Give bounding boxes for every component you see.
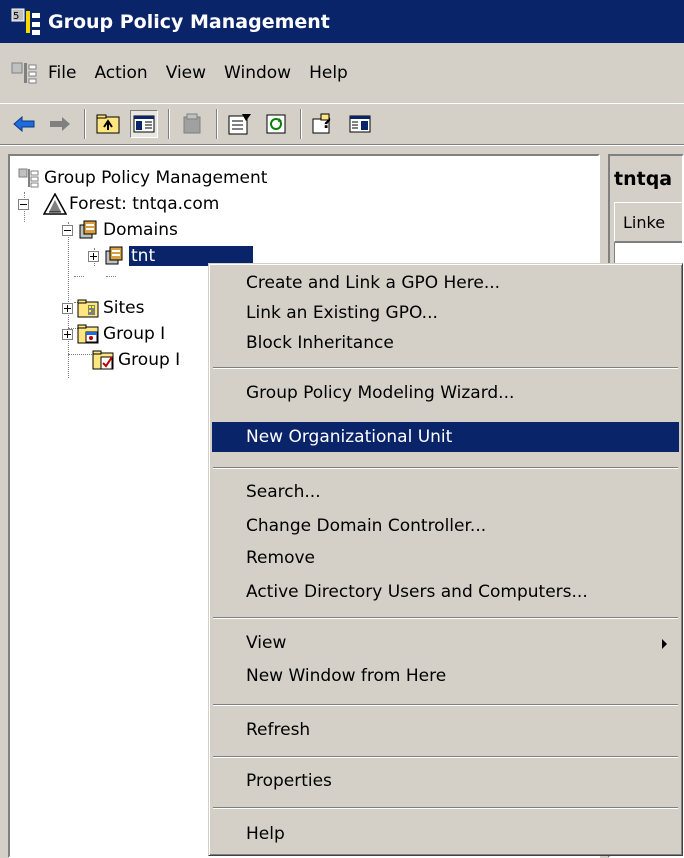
menu-item-help[interactable]: Help <box>212 819 679 849</box>
svg-text:5: 5 <box>13 11 19 22</box>
menu-separator <box>213 756 678 758</box>
tree-node-group-policy-results[interactable]: Group I <box>92 346 180 374</box>
domain-icon <box>103 245 125 267</box>
menu-separator <box>213 367 678 369</box>
menu-separator <box>213 467 678 469</box>
tree-node-domains[interactable]: Domains <box>62 216 178 244</box>
tab-linked-gpos[interactable]: Linke <box>614 202 682 242</box>
tree-label: Group Policy Management <box>44 168 268 188</box>
back-icon[interactable] <box>10 110 38 138</box>
submenu-arrow-icon <box>662 639 667 649</box>
menu-item-search[interactable]: Search... <box>212 477 679 507</box>
menu-action[interactable]: Action <box>94 63 147 83</box>
context-menu: Create and Link a GPO Here... Link an Ex… <box>208 263 683 856</box>
properties-icon[interactable] <box>226 110 254 138</box>
help-icon[interactable]: ? <box>310 110 338 138</box>
tree-node-group-policy-modeling[interactable]: Group I <box>62 320 165 348</box>
forward-icon[interactable] <box>46 110 74 138</box>
tree-node-forest[interactable]: Forest: tntqa.com <box>18 190 219 218</box>
up-folder-icon[interactable] <box>94 110 122 138</box>
menu-item-refresh[interactable]: Refresh <box>212 715 679 745</box>
collapse-toggle[interactable] <box>62 224 73 236</box>
menu-item-link-existing-gpo[interactable]: Link an Existing GPO... <box>212 298 679 328</box>
expand-toggle[interactable] <box>88 250 99 262</box>
menu-separator <box>213 807 678 809</box>
menu-item-modeling-wizard[interactable]: Group Policy Modeling Wizard... <box>212 378 679 408</box>
group-policy-modeling-icon <box>77 323 99 345</box>
toolbar: ? <box>0 103 684 145</box>
tree-node-root[interactable]: Group Policy Management <box>18 164 267 192</box>
menu-view[interactable]: View <box>166 63 206 83</box>
expand-toggle[interactable] <box>62 328 73 340</box>
show-hide-tree-icon[interactable] <box>130 110 158 138</box>
system-menu-icon[interactable] <box>10 59 40 87</box>
tree-label: Forest: tntqa.com <box>69 194 220 214</box>
toolbar-separator <box>216 109 218 139</box>
group-policy-app-icon <box>18 167 40 189</box>
title-bar: 5 Group Policy Management <box>0 0 684 43</box>
sites-icon <box>77 297 99 319</box>
group-policy-app-icon: 5 <box>10 7 44 37</box>
forest-icon <box>42 192 68 215</box>
menu-item-aduc[interactable]: Active Directory Users and Computers... <box>212 577 679 607</box>
window-title: Group Policy Management <box>48 10 330 33</box>
menu-bar: File Action View Window Help <box>0 43 684 103</box>
menu-item-properties[interactable]: Properties <box>212 766 679 796</box>
menu-item-create-link-gpo[interactable]: Create and Link a GPO Here... <box>212 268 679 298</box>
group-policy-results-icon <box>92 349 114 371</box>
menu-item-remove[interactable]: Remove <box>212 543 679 573</box>
toolbar-separator <box>168 109 170 139</box>
menu-help[interactable]: Help <box>309 63 348 83</box>
toolbar-separator <box>84 109 86 139</box>
delete-icon[interactable] <box>178 110 206 138</box>
action-pane-icon[interactable] <box>346 110 374 138</box>
refresh-icon[interactable] <box>262 110 290 138</box>
tree-connector <box>74 276 84 277</box>
toolbar-separator <box>300 109 302 139</box>
menu-separator <box>213 617 678 619</box>
tree-connector <box>106 276 116 277</box>
collapse-toggle[interactable] <box>18 198 29 210</box>
menu-item-view[interactable]: View <box>212 628 679 658</box>
menu-separator <box>213 704 678 706</box>
menu-file[interactable]: File <box>48 63 76 83</box>
menu-item-label: View <box>246 633 287 653</box>
menu-item-new-window[interactable]: New Window from Here <box>212 661 679 691</box>
expand-toggle[interactable] <box>62 302 73 314</box>
details-title: tntqa <box>614 168 673 190</box>
tree-label: Group I <box>103 324 166 344</box>
domains-icon <box>77 219 99 241</box>
tree-label: Group I <box>118 350 181 370</box>
tree-node-sites[interactable]: Sites <box>62 294 145 322</box>
menu-item-new-ou[interactable]: New Organizational Unit <box>212 422 679 452</box>
tree-label: Domains <box>103 220 178 240</box>
tree-label: Sites <box>103 298 145 318</box>
menu-window[interactable]: Window <box>224 63 291 83</box>
menu-item-change-dc[interactable]: Change Domain Controller... <box>212 511 679 541</box>
menu-item-block-inheritance[interactable]: Block Inheritance <box>212 328 679 358</box>
